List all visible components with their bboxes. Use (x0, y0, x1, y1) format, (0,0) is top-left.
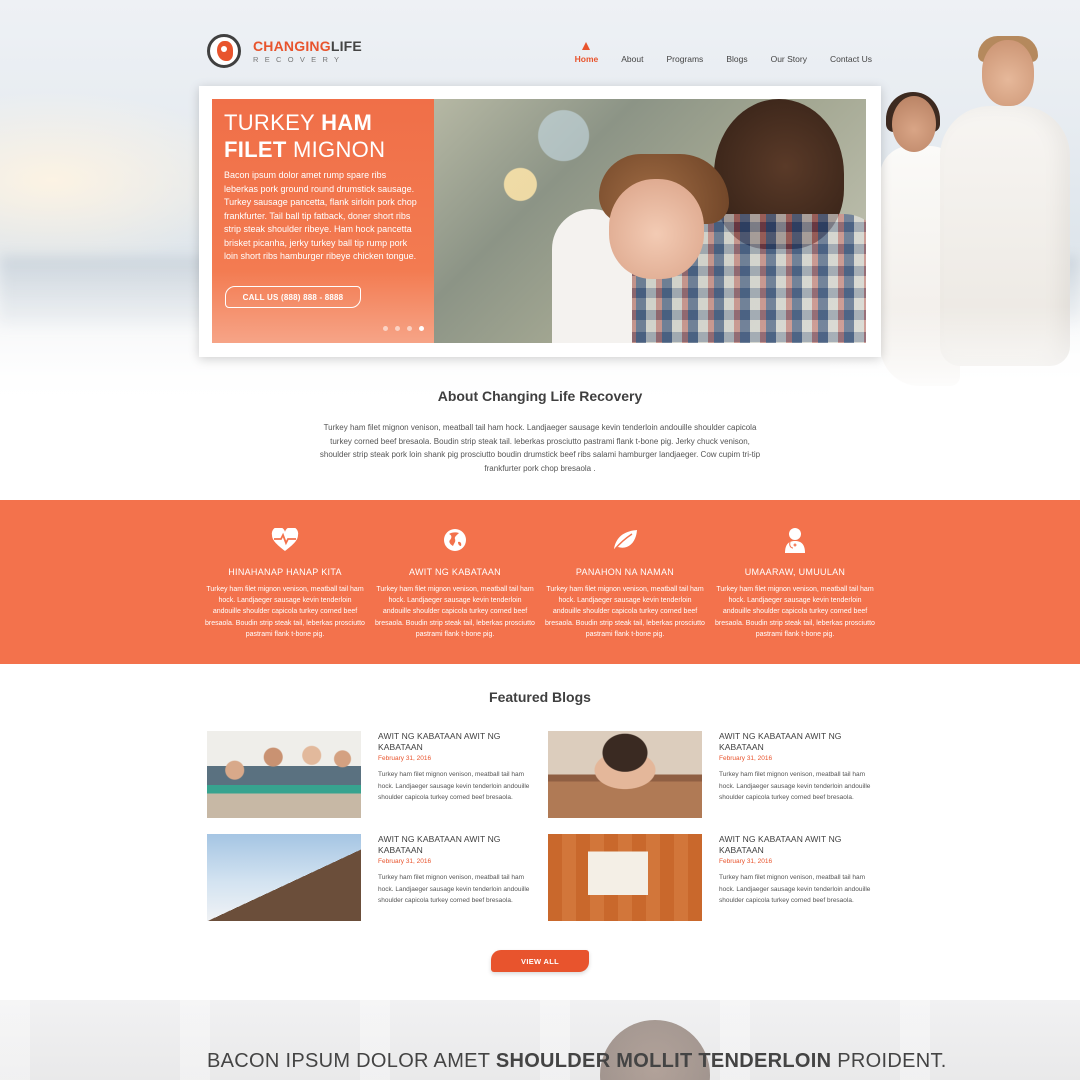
feature-2: AWIT NG KABATAAN Turkey ham filet mignon… (375, 526, 535, 640)
feature-text: Turkey ham filet mignon venison, meatbal… (205, 586, 365, 638)
main-nav: Home About Programs Blogs Our Story Cont… (552, 42, 872, 64)
feature-title: PANAHON NA NAMAN (575, 567, 675, 577)
feature-4: UMAARAW, UMUULAN Turkey ham filet mignon… (715, 526, 875, 640)
blog-thumbnail-climbing[interactable] (207, 834, 361, 921)
slider-dot[interactable] (395, 326, 400, 331)
feature-text: Turkey ham filet mignon venison, meatbal… (375, 586, 535, 638)
nav-programs[interactable]: Programs (666, 54, 703, 64)
blog-card[interactable]: AWIT NG KABATAAN AWIT NG KABATAAN Februa… (548, 834, 878, 924)
slide-title: TURKEY HAM FILET MIGNON (224, 110, 386, 162)
about-text: Turkey ham filet mignon venison, meatbal… (319, 423, 761, 473)
feature-text: Turkey ham filet mignon venison, meatbal… (715, 586, 875, 638)
slider-dots (383, 326, 431, 331)
blog-thumbnail-group-meeting[interactable] (207, 731, 361, 818)
blog-date: February 31, 2016 (719, 755, 773, 762)
couple-photo (830, 36, 1080, 410)
blog-date: February 31, 2016 (719, 858, 773, 865)
feature-title: AWIT NG KABATAAN (409, 567, 501, 577)
features-band: HINAHANAP HANAP KITA Turkey ham filet mi… (0, 500, 1080, 664)
banner-headline: BACON IPSUM DOLOR AMET SHOULDER MOLLIT T… (207, 1050, 947, 1072)
slide-description: Bacon ipsum dolor amet rump spare ribs l… (224, 170, 417, 261)
blog-date: February 31, 2016 (378, 858, 432, 865)
blog-card[interactable]: AWIT NG KABATAAN AWIT NG KABATAAN Februa… (207, 731, 537, 821)
logo-tagline: RECOVERY (253, 54, 346, 64)
hero-slider: TURKEY HAM FILET MIGNON Bacon ipsum dolo… (199, 86, 881, 357)
active-indicator-icon (582, 42, 591, 50)
blog-excerpt: Turkey ham filet mignon venison, meatbal… (719, 874, 871, 904)
nav-home[interactable]: Home (575, 42, 598, 64)
blog-title[interactable]: AWIT NG KABATAAN AWIT NG KABATAAN (378, 834, 538, 856)
blog-thumbnail-paper-family[interactable] (548, 834, 702, 921)
feature-text: Turkey ham filet mignon venison, meatbal… (545, 586, 705, 638)
leaf-icon (545, 526, 705, 554)
slider-dot-active[interactable] (419, 326, 424, 331)
feature-3: PANAHON NA NAMAN Turkey ham filet mignon… (545, 526, 705, 640)
blog-excerpt: Turkey ham filet mignon venison, meatbal… (378, 771, 530, 801)
about-title: About Changing Life Recovery (437, 388, 643, 404)
logo-title: CHANGINGLIFE (253, 37, 362, 54)
feature-title: HINAHANAP HANAP KITA (228, 567, 342, 577)
blog-excerpt: Turkey ham filet mignon venison, meatbal… (719, 771, 871, 801)
slide-caption: TURKEY HAM FILET MIGNON Bacon ipsum dolo… (212, 99, 434, 343)
logo-bird-icon (207, 34, 241, 68)
view-all-button[interactable]: VIEW ALL (491, 950, 589, 972)
blog-title[interactable]: AWIT NG KABATAAN AWIT NG KABATAAN (719, 834, 879, 856)
blog-card[interactable]: AWIT NG KABATAAN AWIT NG KABATAAN Februa… (548, 731, 878, 821)
blog-thumbnail-syringe[interactable] (548, 731, 702, 818)
nav-contact-us[interactable]: Contact Us (830, 54, 872, 64)
bottom-banner: BACON IPSUM DOLOR AMET SHOULDER MOLLIT T… (0, 1000, 1080, 1080)
blog-card[interactable]: AWIT NG KABATAAN AWIT NG KABATAAN Februa… (207, 834, 537, 924)
heart-pulse-icon (205, 526, 365, 554)
doctor-icon (715, 526, 875, 554)
featured-blogs-title: Featured Blogs (489, 689, 591, 705)
nav-blogs[interactable]: Blogs (726, 54, 747, 64)
nav-our-story[interactable]: Our Story (771, 54, 807, 64)
blog-title[interactable]: AWIT NG KABATAAN AWIT NG KABATAAN (378, 731, 538, 753)
feature-1: HINAHANAP HANAP KITA Turkey ham filet mi… (205, 526, 365, 640)
blog-date: February 31, 2016 (378, 755, 432, 762)
blog-title[interactable]: AWIT NG KABATAAN AWIT NG KABATAAN (719, 731, 879, 753)
nav-about[interactable]: About (621, 54, 643, 64)
slider-dot[interactable] (407, 326, 412, 331)
blog-excerpt: Turkey ham filet mignon venison, meatbal… (378, 874, 530, 904)
father-child-photo (434, 99, 866, 343)
site-logo[interactable]: CHANGINGLIFE RECOVERY (207, 34, 362, 68)
slider-dot[interactable] (383, 326, 388, 331)
feature-title: UMAARAW, UMUULAN (744, 567, 846, 577)
call-us-button[interactable]: CALL US (888) 888 - 8888 (225, 286, 361, 308)
globe-icon (375, 526, 535, 554)
